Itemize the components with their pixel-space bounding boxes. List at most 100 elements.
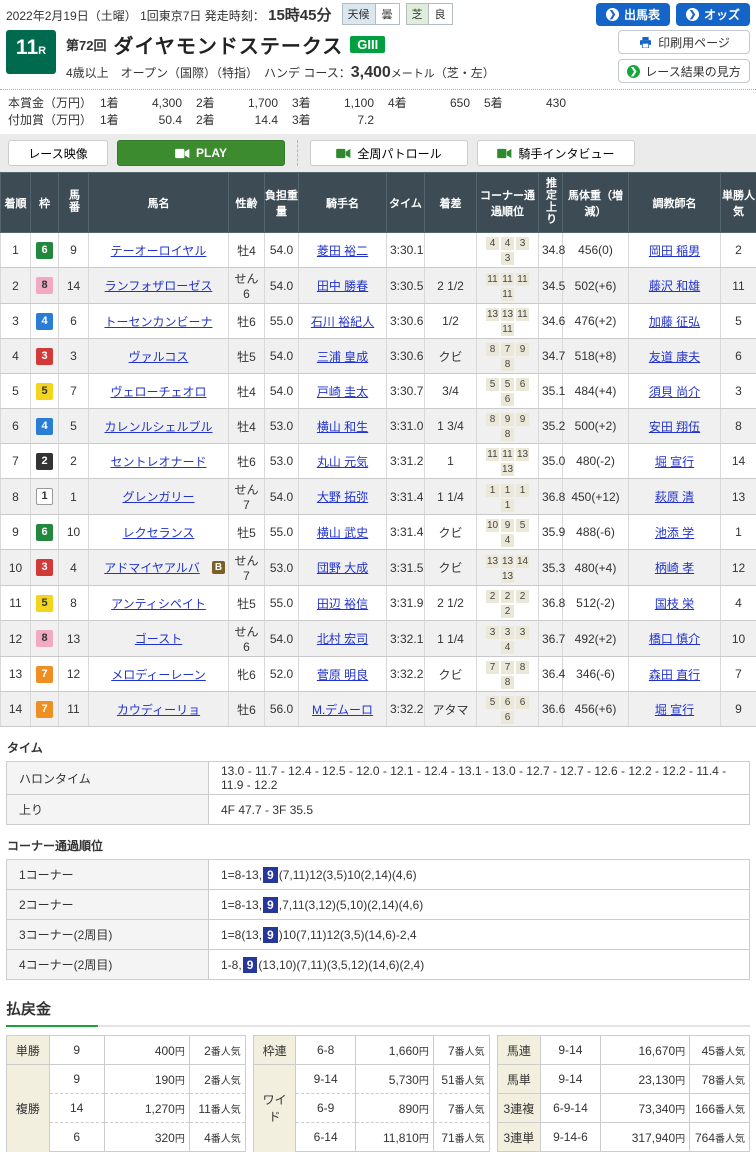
payout-row: 3連複6-9-1473,340円166番人気 [497,1094,749,1123]
jockey-link[interactable]: 丸山 元気 [317,455,368,469]
jockey-link[interactable]: 田辺 裕信 [317,597,368,611]
bet-combination: 9-14 [296,1065,356,1094]
trainer-cell: 柄崎 孝 [629,550,721,586]
win-popularity: 8 [721,409,756,444]
finish-time: 3:32.2 [387,692,425,727]
race-number: 11 [16,36,38,59]
trainer-link[interactable]: 池添 学 [655,526,694,540]
horse-number: 2 [59,444,89,479]
impost-weight: 54.0 [265,268,299,304]
horse-weight: 492(+2) [563,621,629,657]
trainer-link[interactable]: 須貝 尚介 [649,385,700,399]
frame-badge: 5 [36,383,53,400]
horse-name-link[interactable]: カレンルシェルブル [104,420,212,434]
jockey-link[interactable]: 団野 大成 [317,561,368,575]
horse-name-link[interactable]: メロディーレーン [111,668,206,682]
jockey-link[interactable]: 戸崎 圭太 [317,385,368,399]
trainer-link[interactable]: 藤沢 和雄 [649,279,700,293]
finish-time: 3:31.5 [387,550,425,586]
trainer-link[interactable]: 萩原 清 [655,490,694,504]
horse-name-link[interactable]: ヴァルコス [129,350,189,364]
jockey-link[interactable]: 三浦 皇成 [317,350,368,364]
trainer-link[interactable]: 加藤 征弘 [649,315,700,329]
horse-name-cell: アンティシペイト [89,586,229,621]
frame-badge: 5 [36,595,53,612]
horse-number: 9 [59,233,89,268]
jockey-cell: 田中 勝春 [299,268,387,304]
corner-position-box: 8 [486,343,499,356]
corner-positions: 2222 [477,586,539,621]
result-guide-button[interactable]: ❯ レース結果の見方 [618,59,750,83]
horse-name-link[interactable]: レクセランス [123,526,195,540]
payout-amount: 190円 [104,1065,189,1094]
finish-time: 3:32.2 [387,657,425,692]
trainer-link[interactable]: 堀 宣行 [655,455,694,469]
jockey-link[interactable]: 北村 宏司 [317,632,368,646]
horse-name-link[interactable]: ゴースト [135,632,182,646]
trainer-link[interactable]: 柄崎 孝 [655,561,694,575]
corner-position-box: 6 [501,696,514,709]
horse-name-link[interactable]: ランフォザローゼス [105,279,213,293]
jockey-link[interactable]: M.デムーロ [312,703,373,717]
table-row: 811グレンガリーせん754.0大野 拓弥3:31.41 1/4111136.8… [1,479,756,515]
corner-position-box: 3 [501,626,514,639]
impost-weight: 53.0 [265,550,299,586]
race-date: 2022年2月19日（土曜） [6,9,137,23]
impost-weight: 54.0 [265,621,299,657]
horse-name-link[interactable]: グレンガリー [122,490,194,504]
jockey-link[interactable]: 横山 武史 [317,526,368,540]
trainer-link[interactable]: 安田 翔伍 [649,420,700,434]
prize-amount: 7.2 [322,113,374,127]
bet-type-label: 3連複 [497,1094,540,1123]
jockey-link[interactable]: 菅原 明良 [317,668,368,682]
frame-cell: 7 [31,657,59,692]
jockey-interview-button[interactable]: 騎手インタビュー [477,140,635,166]
race-video-button[interactable]: レース映像 [8,140,108,166]
horse-name-link[interactable]: アンティシペイト [111,597,206,611]
trainer-cell: 加藤 征弘 [629,304,721,339]
odds-button[interactable]: ❯ オッズ [676,3,750,26]
race-number-badge: 11R [6,30,56,74]
corner-order-row: 3コーナー(2周目)1=8(13,9)10(7,11)12(3,5)(14,6)… [7,920,750,950]
trainer-link[interactable]: 国枝 栄 [655,597,694,611]
jockey-link[interactable]: 菱田 裕二 [317,244,368,258]
jockey-link[interactable]: 田中 勝春 [317,279,368,293]
horse-name-link[interactable]: カウディーリョ [117,703,200,717]
finish-position: 12 [1,621,31,657]
trainer-link[interactable]: 友道 康夫 [649,350,700,364]
prize-rank: 1着 [100,111,130,128]
horse-name-link[interactable]: セントレオナード [110,455,206,469]
trainer-link[interactable]: 森田 直行 [649,668,700,682]
corner-position-box: 11 [516,308,529,321]
table-row: 645カレンルシェルブル牡453.0横山 和生3:31.01 3/4899835… [1,409,756,444]
horse-name-link[interactable]: ヴェローチェオロ [110,385,206,399]
impost-weight: 54.0 [265,479,299,515]
horse-name-link[interactable]: トーセンカンビーナ [104,315,212,329]
corner-position-box: 2 [501,605,514,618]
jockey-link[interactable]: 横山 和生 [317,420,368,434]
frame-cell: 8 [31,621,59,657]
horse-weight: 456(0) [563,233,629,268]
jockey-link[interactable]: 大野 拓弥 [317,490,368,504]
jockey-cell: M.デムーロ [299,692,387,727]
column-header-time: タイム [387,173,425,233]
race-results-table: 着順枠馬番馬名性齢負担重量騎手名タイム着差コーナー通過順位推定上り馬体重（増減）… [0,172,756,727]
horse-name-link[interactable]: アドマイヤアルバ [104,561,200,575]
play-button[interactable]: PLAY [117,140,285,166]
jockey-cell: 丸山 元気 [299,444,387,479]
entry-table-button[interactable]: ❯ 出馬表 [596,3,670,26]
print-page-button[interactable]: 印刷用ページ [618,30,750,54]
patrol-video-button[interactable]: 全周パトロール [310,140,468,166]
impost-weight: 56.0 [265,692,299,727]
horse-weight: 450(+12) [563,479,629,515]
horse-name-link[interactable]: テーオーロイヤル [111,244,207,258]
bet-combination: 9-14 [541,1065,601,1094]
margin [425,233,477,268]
trainer-link[interactable]: 堀 宣行 [655,703,694,717]
trainer-link[interactable]: 岡田 稲男 [649,244,700,258]
prize-money-section: 本賞金（万円）1着4,3002着1,7003着1,1004着6505着430 付… [0,89,756,134]
trainer-link[interactable]: 橋口 慎介 [649,632,700,646]
corner-position-box: 9 [501,413,514,426]
row-value: 1=8(13,9)10(7,11)12(3,5)(14,6)-2,4 [209,920,750,950]
jockey-link[interactable]: 石川 裕紀人 [311,315,374,329]
